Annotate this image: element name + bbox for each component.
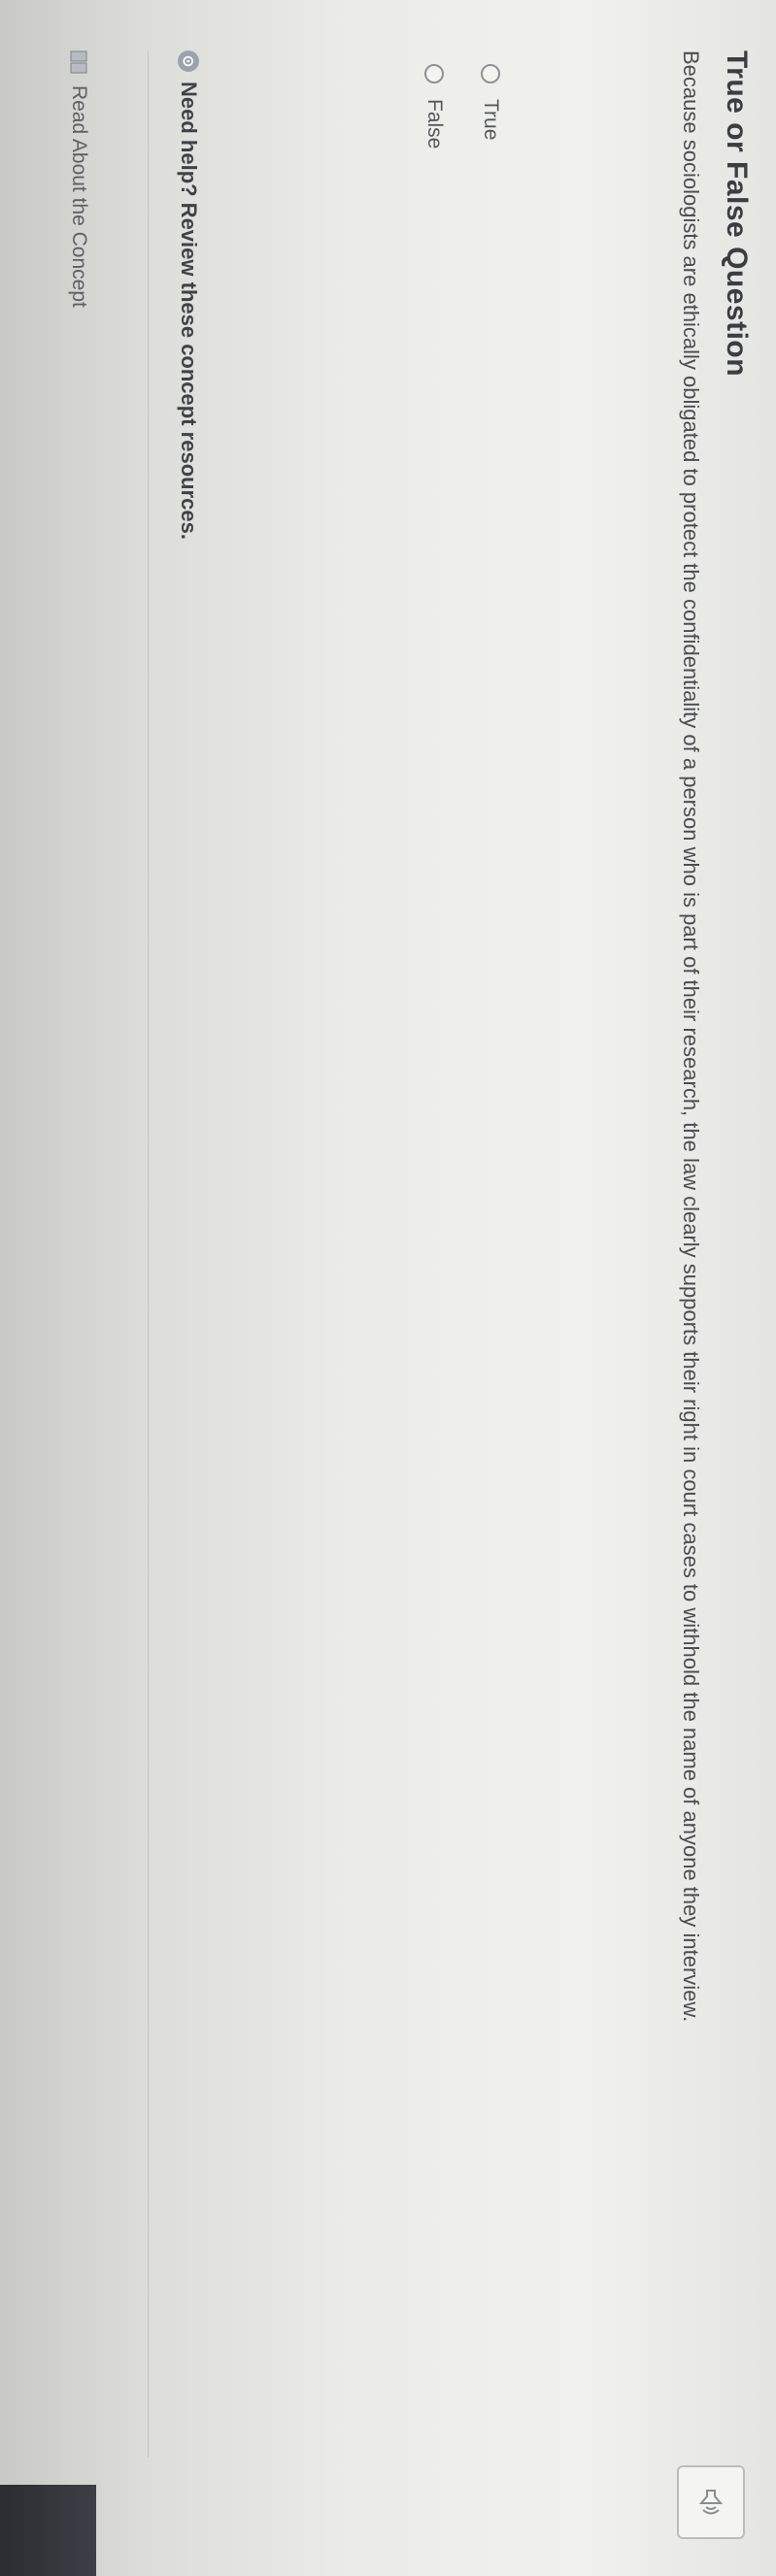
option-false-label: False xyxy=(423,99,446,149)
option-true-label: True xyxy=(480,99,502,141)
speaker-icon xyxy=(698,2490,724,2515)
question-panel: True or False Question Because sociologi… xyxy=(0,0,776,2576)
divider xyxy=(148,50,149,2458)
radio-false[interactable] xyxy=(424,64,444,83)
help-circle-icon: ⊙ xyxy=(178,50,199,72)
radio-true[interactable] xyxy=(481,64,500,83)
question-text: Because sociologists are ethically oblig… xyxy=(679,50,703,2023)
window-edge xyxy=(0,2485,96,2576)
page: True or False Question Because sociologi… xyxy=(0,0,776,2576)
audio-button[interactable] xyxy=(677,2465,745,2539)
book-icon xyxy=(70,50,87,74)
help-text: Need help? Review these concept resource… xyxy=(177,82,201,540)
read-concept-label: Read About the Concept xyxy=(68,85,90,308)
option-false[interactable]: False xyxy=(422,64,446,149)
question-heading: True or False Question xyxy=(721,50,753,378)
option-true[interactable]: True xyxy=(479,64,502,140)
help-prompt: ⊙ Need help? Review these concept resour… xyxy=(176,50,201,540)
read-concept-link[interactable]: Read About the Concept xyxy=(67,50,90,308)
